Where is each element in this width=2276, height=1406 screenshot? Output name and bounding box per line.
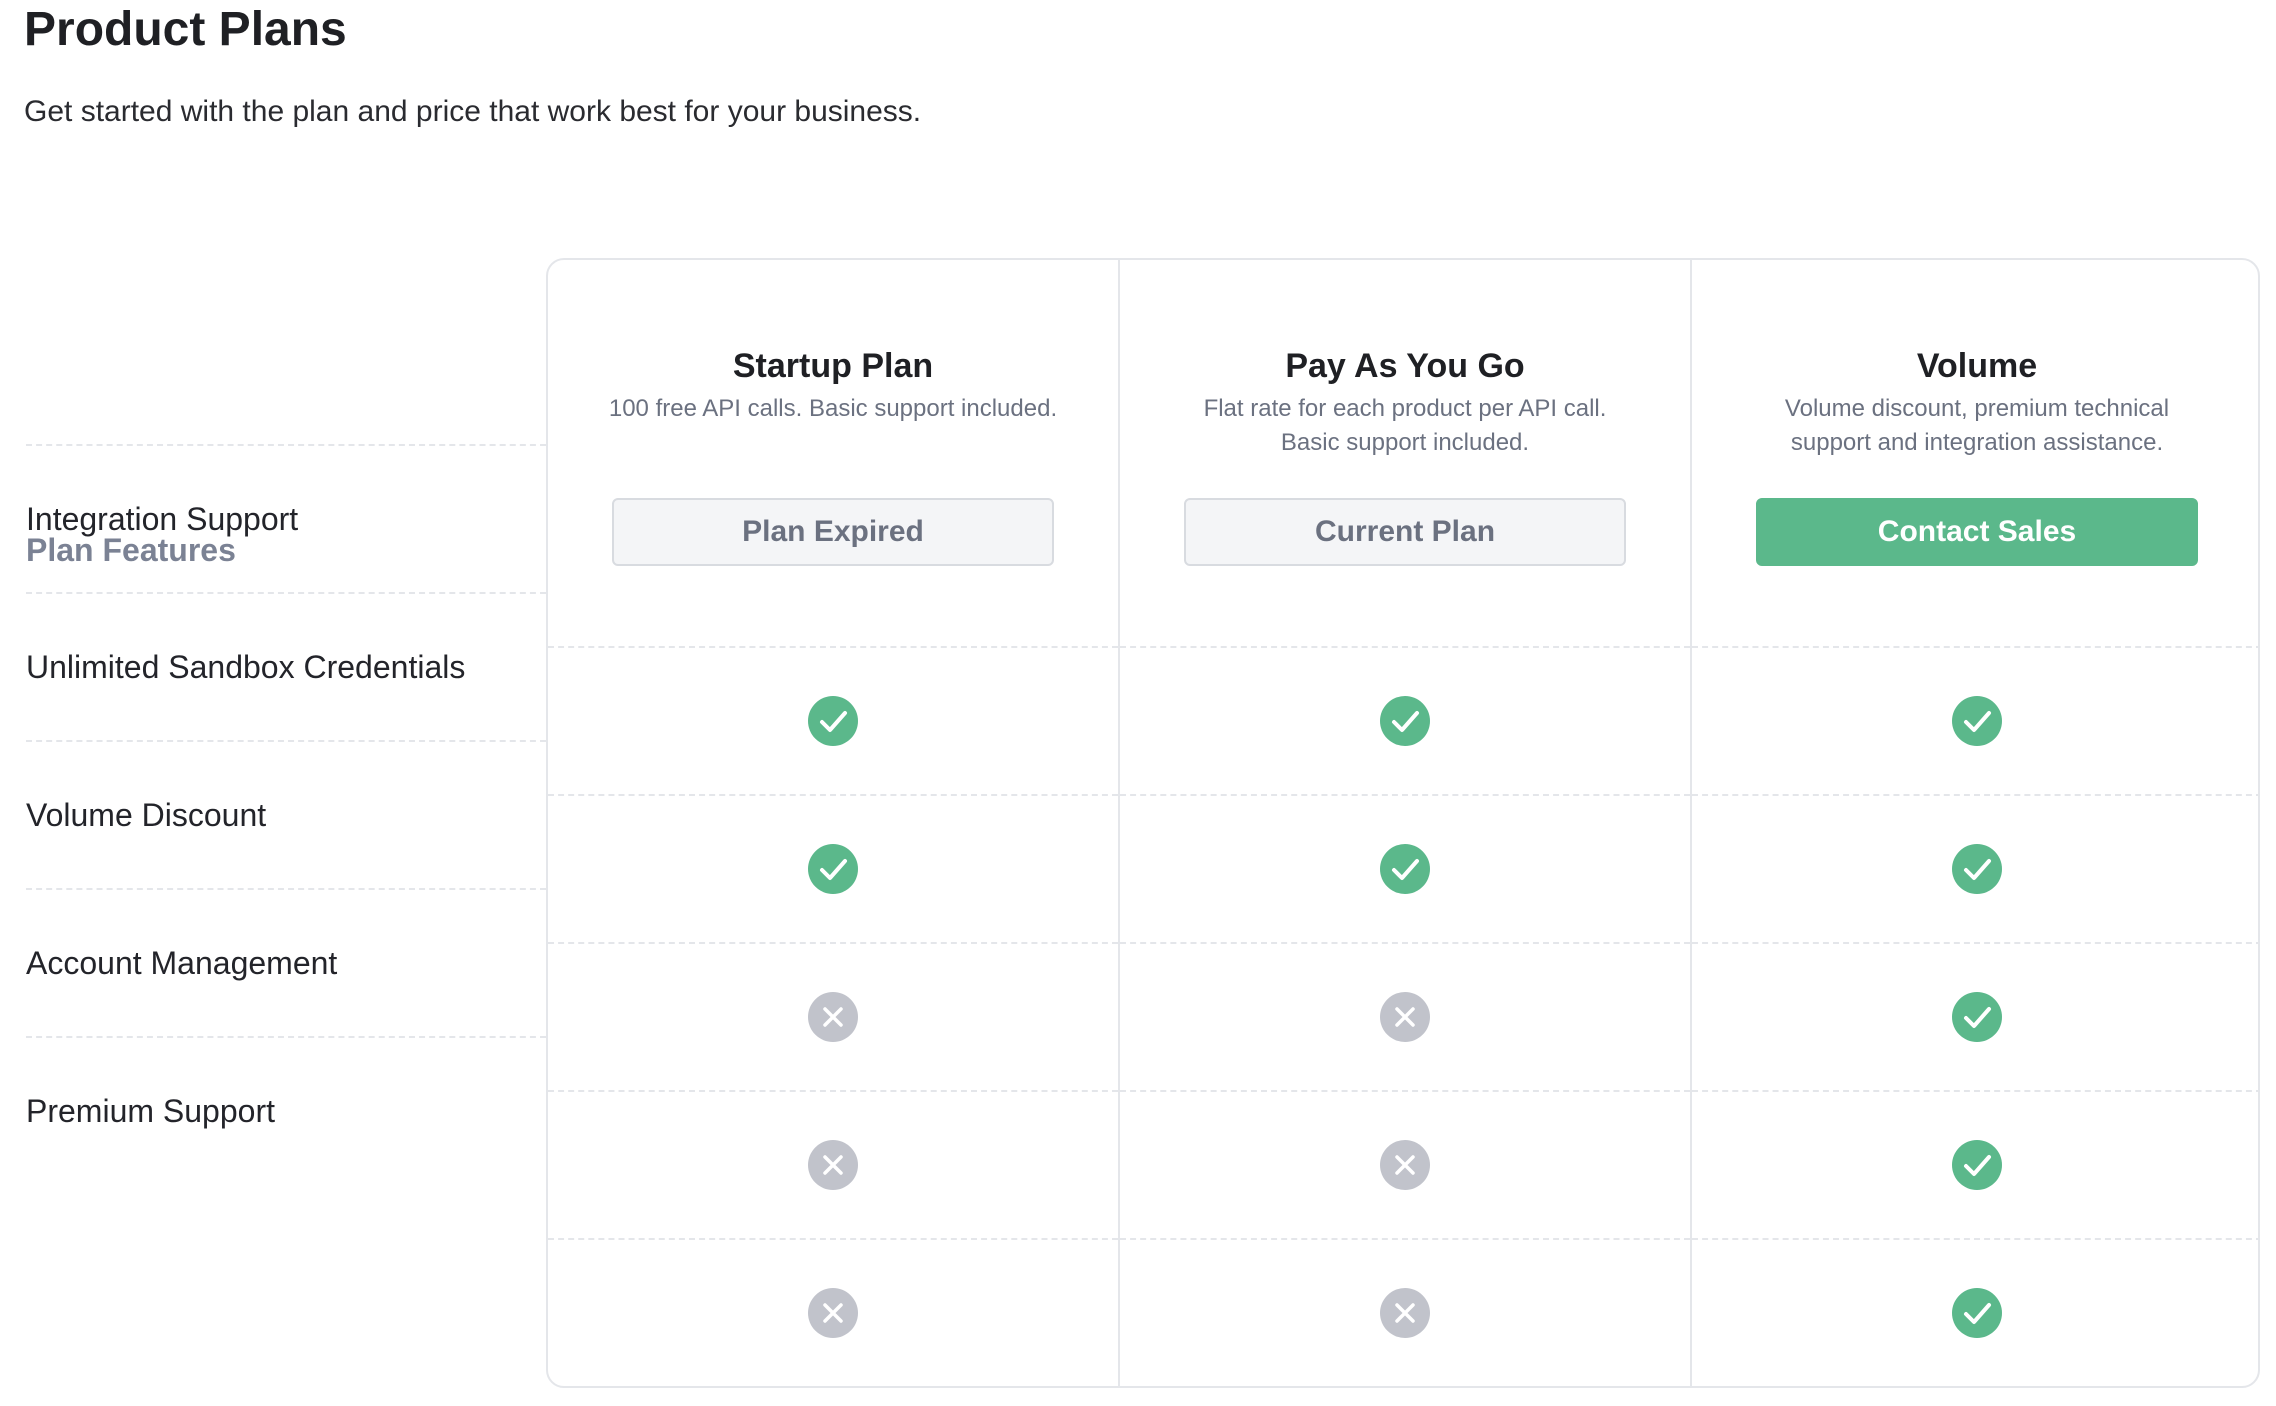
plan-column-volume: Volume Volume discount, premium technica… bbox=[1690, 260, 2258, 1386]
plan-description: Volume discount, premium technical suppo… bbox=[1784, 395, 2170, 456]
check-icon bbox=[1952, 1140, 2002, 1190]
plan-header: Startup Plan 100 free API calls. Basic s… bbox=[548, 260, 1118, 646]
check-icon bbox=[1952, 844, 2002, 894]
plan-description: Flat rate for each product per API call.… bbox=[1203, 395, 1607, 456]
feature-row-volume-discount: Volume Discount bbox=[26, 740, 546, 888]
feature-cell bbox=[548, 942, 1118, 1090]
feature-cell bbox=[1120, 1238, 1690, 1386]
current-plan-button[interactable]: Current Plan bbox=[1184, 498, 1626, 566]
x-icon bbox=[1380, 1140, 1430, 1190]
plan-header: Pay As You Go Flat rate for each product… bbox=[1120, 260, 1690, 646]
feature-row-premium-support: Premium Support bbox=[26, 1036, 546, 1184]
x-icon bbox=[808, 1140, 858, 1190]
check-icon bbox=[1952, 696, 2002, 746]
feature-cell bbox=[548, 1238, 1118, 1386]
feature-cell bbox=[1692, 646, 2258, 794]
feature-cell bbox=[548, 646, 1118, 794]
plan-name: Startup Plan bbox=[732, 347, 934, 385]
plans-table: Startup Plan 100 free API calls. Basic s… bbox=[546, 258, 2260, 1388]
x-icon bbox=[808, 992, 858, 1042]
x-icon bbox=[1380, 1288, 1430, 1338]
plan-name: Pay As You Go bbox=[1285, 347, 1525, 385]
x-icon bbox=[1380, 992, 1430, 1042]
feature-cell bbox=[1120, 1090, 1690, 1238]
feature-cell bbox=[1692, 1090, 2258, 1238]
check-icon bbox=[1380, 696, 1430, 746]
plan-column-startup: Startup Plan 100 free API calls. Basic s… bbox=[548, 260, 1118, 1386]
feature-cell bbox=[1120, 794, 1690, 942]
feature-cell bbox=[1120, 646, 1690, 794]
check-icon bbox=[808, 696, 858, 746]
feature-row-account-management: Account Management bbox=[26, 888, 546, 1036]
feature-cell bbox=[1120, 942, 1690, 1090]
check-icon bbox=[1952, 992, 2002, 1042]
feature-row-integration-support: Integration Support bbox=[26, 444, 546, 592]
check-icon bbox=[1380, 844, 1430, 894]
check-icon bbox=[1952, 1288, 2002, 1338]
feature-cell bbox=[1692, 794, 2258, 942]
contact-sales-button[interactable]: Contact Sales bbox=[1756, 498, 2198, 566]
plan-name: Volume bbox=[1916, 347, 2038, 385]
check-icon bbox=[808, 844, 858, 894]
product-plans-page: Product Plans Get started with the plan … bbox=[0, 0, 2276, 1406]
plan-column-pay-as-you-go: Pay As You Go Flat rate for each product… bbox=[1118, 260, 1690, 1386]
x-icon bbox=[808, 1288, 858, 1338]
plan-description: 100 free API calls. Basic support includ… bbox=[608, 395, 1058, 422]
feature-cell bbox=[1692, 1238, 2258, 1386]
feature-row-unlimited-sandbox-credentials: Unlimited Sandbox Credentials bbox=[26, 592, 546, 740]
feature-cell bbox=[548, 1090, 1118, 1238]
feature-cell bbox=[548, 794, 1118, 942]
plan-header: Volume Volume discount, premium technica… bbox=[1692, 260, 2258, 646]
page-title: Product Plans bbox=[24, 3, 347, 56]
page-subtitle: Get started with the plan and price that… bbox=[24, 95, 922, 128]
feature-cell bbox=[1692, 942, 2258, 1090]
plan-expired-button[interactable]: Plan Expired bbox=[612, 498, 1054, 566]
